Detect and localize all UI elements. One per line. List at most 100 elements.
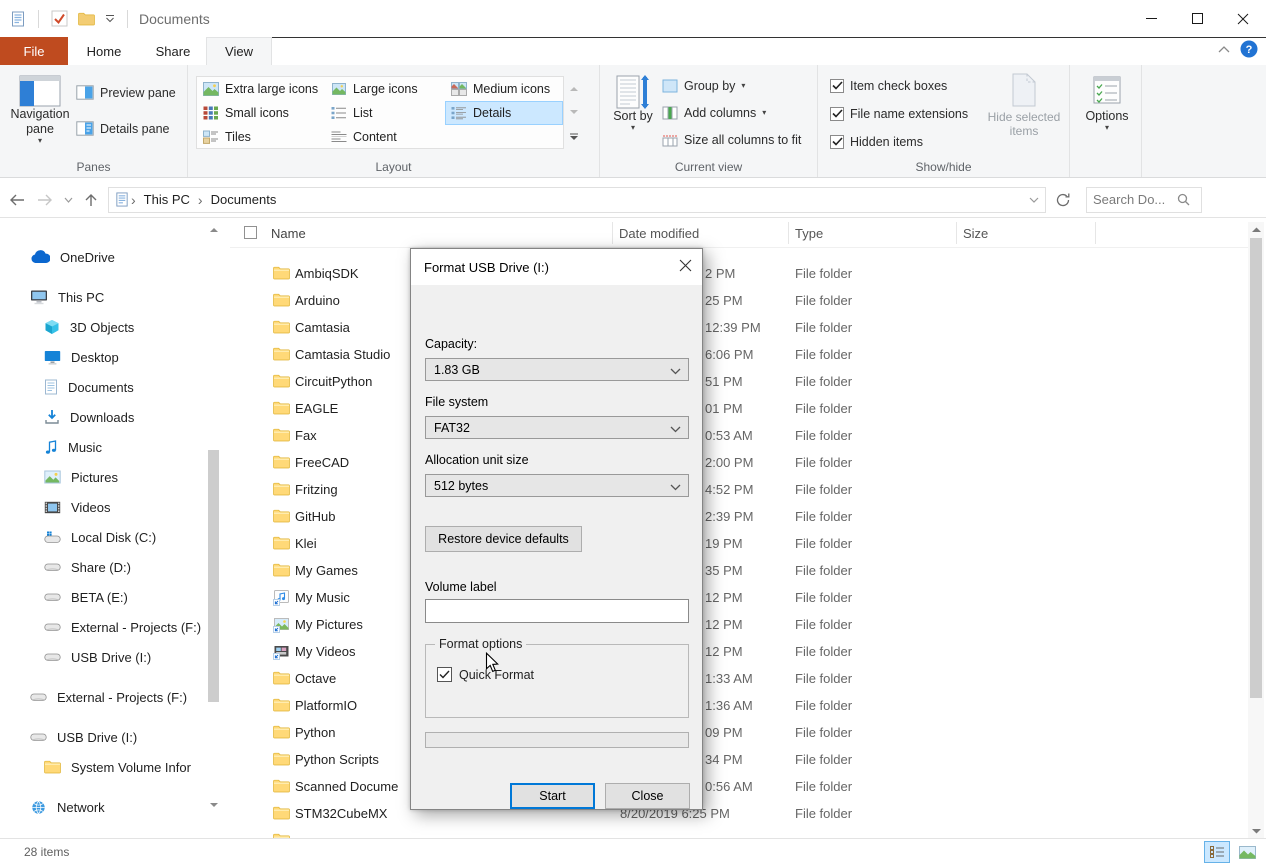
volume-label-input[interactable] — [425, 599, 689, 623]
column-header-size[interactable]: Size — [963, 218, 988, 248]
refresh-icon[interactable] — [1050, 187, 1076, 213]
table-row[interactable]: Scanned Docume0:56 AMFile folder — [230, 774, 1248, 801]
tab-share[interactable]: Share — [140, 37, 206, 65]
table-row-partial[interactable] — [230, 828, 1248, 838]
options-button[interactable]: Options ▾ — [1084, 75, 1130, 132]
tab-home[interactable]: Home — [68, 37, 140, 65]
tab-view[interactable]: View — [206, 37, 272, 65]
layout-option-list[interactable]: List — [325, 101, 445, 125]
size-all-columns-button[interactable]: Size all columns to fit — [662, 128, 801, 151]
sidebar-item-downloads[interactable]: Downloads — [0, 402, 207, 432]
table-row[interactable]: STM32CubeMX8/20/2019 6:25 PMFile folder — [230, 801, 1248, 828]
layout-option-tiles[interactable]: Tiles — [197, 125, 325, 149]
dialog-title-bar[interactable]: Format USB Drive (I:) — [411, 249, 702, 285]
navigation-pane-button[interactable]: Navigation pane ▾ — [8, 75, 72, 145]
help-icon[interactable]: ? — [1240, 40, 1258, 58]
sidebar-item-beta-e[interactable]: BETA (E:) — [0, 582, 207, 612]
table-row[interactable]: PlatformIO1:36 AMFile folder — [230, 693, 1248, 720]
forward-button[interactable] — [32, 187, 58, 213]
table-row[interactable]: Fritzing4:52 PMFile folder — [230, 477, 1248, 504]
sidebar-item-pictures[interactable]: Pictures — [0, 462, 207, 492]
checkbox-icon[interactable] — [830, 107, 844, 121]
close-dialog-button[interactable]: Close — [605, 783, 690, 809]
file-list-scrollbar[interactable] — [1248, 222, 1264, 838]
sidebar-item-onedrive[interactable]: OneDrive — [0, 242, 207, 272]
scroll-up-icon[interactable] — [207, 222, 220, 236]
sidebar-item-external-projects-f[interactable]: External - Projects (F:) — [0, 682, 207, 712]
column-header-name[interactable]: Name — [271, 218, 306, 248]
allocation-unit-select[interactable]: 512 bytes — [425, 474, 689, 497]
checkbox-file-name-extensions[interactable]: File name extensions — [830, 102, 968, 125]
sidebar-item-external-projects-f[interactable]: External - Projects (F:) — [0, 612, 207, 642]
gallery-more-icon[interactable] — [566, 125, 581, 149]
tab-file[interactable]: File — [0, 37, 68, 65]
scrollbar-thumb[interactable] — [1250, 238, 1262, 698]
add-columns-button[interactable]: Add columns ▾ — [662, 101, 801, 124]
sidebar-scrollbar[interactable] — [207, 222, 220, 834]
breadcrumb-documents[interactable]: Documents — [205, 192, 283, 207]
dialog-close-icon[interactable] — [668, 249, 702, 281]
table-row[interactable]: My Music12 PMFile folder — [230, 585, 1248, 612]
table-row[interactable]: CircuitPython51 PMFile folder — [230, 369, 1248, 396]
thumbnail-view-toggle[interactable] — [1234, 841, 1260, 863]
preview-pane-button[interactable]: Preview pane — [76, 81, 176, 104]
checkbox-item-check-boxes[interactable]: Item check boxes — [830, 74, 968, 97]
sidebar-item-system-volume-infor[interactable]: System Volume Infor — [0, 752, 207, 782]
table-row[interactable]: EAGLE01 PMFile folder — [230, 396, 1248, 423]
table-row[interactable]: AmbiqSDK2 PMFile folder — [230, 261, 1248, 288]
breadcrumb-this-pc[interactable]: This PC — [138, 192, 196, 207]
sidebar-item-usb-drive-i[interactable]: USB Drive (I:) — [0, 642, 207, 672]
table-row[interactable]: Camtasia12:39 PMFile folder — [230, 315, 1248, 342]
scrollbar-thumb[interactable] — [208, 450, 219, 702]
layout-option-extra-large-icons[interactable]: Extra large icons — [197, 77, 325, 101]
sidebar-item-documents[interactable]: Documents — [0, 372, 207, 402]
layout-option-content[interactable]: Content — [325, 125, 445, 149]
scroll-down-icon[interactable] — [1248, 824, 1264, 838]
qat-customize-chevron-icon[interactable] — [105, 14, 115, 23]
checkbox-hidden-items[interactable]: Hidden items — [830, 130, 968, 153]
layout-option-small-icons[interactable]: Small icons — [197, 101, 325, 125]
column-header-date-modified[interactable]: Date modified — [619, 218, 699, 248]
sidebar-item-music[interactable]: Music — [0, 432, 207, 462]
sidebar-item-videos[interactable]: Videos — [0, 492, 207, 522]
table-row[interactable]: Klei19 PMFile folder — [230, 531, 1248, 558]
scroll-up-icon[interactable] — [1248, 222, 1264, 236]
quick-format-checkbox[interactable] — [437, 667, 452, 682]
table-row[interactable]: Python Scripts34 PMFile folder — [230, 747, 1248, 774]
gallery-scroll-down-icon[interactable] — [566, 100, 581, 124]
checkbox-icon[interactable] — [830, 79, 844, 93]
capacity-select[interactable]: 1.83 GB — [425, 358, 689, 381]
table-row[interactable]: FreeCAD2:00 PMFile folder — [230, 450, 1248, 477]
hide-selected-items-button[interactable]: Hide selected items — [984, 73, 1064, 138]
table-row[interactable]: GitHub2:39 PMFile folder — [230, 504, 1248, 531]
table-row[interactable]: My Pictures12 PMFile folder — [230, 612, 1248, 639]
sidebar-item-usb-drive-i[interactable]: USB Drive (I:) — [0, 722, 207, 752]
qat-new-folder-icon[interactable] — [78, 12, 95, 26]
gallery-scroll-up-icon[interactable] — [566, 76, 581, 100]
table-row[interactable]: Fax0:53 AMFile folder — [230, 423, 1248, 450]
search-box[interactable] — [1086, 187, 1202, 213]
layout-option-medium-icons[interactable]: Medium icons — [445, 77, 563, 101]
sidebar-item-network[interactable]: Network — [0, 792, 207, 822]
search-input[interactable] — [1093, 192, 1177, 207]
recent-locations-chevron-icon[interactable] — [60, 187, 76, 213]
close-button[interactable] — [1220, 0, 1266, 37]
column-header-type[interactable]: Type — [795, 218, 823, 248]
qat-properties-icon[interactable] — [51, 10, 68, 27]
address-dropdown-chevron-icon[interactable] — [1029, 197, 1039, 203]
sidebar-item-desktop[interactable]: Desktop — [0, 342, 207, 372]
sidebar-item-this-pc[interactable]: This PC — [0, 282, 207, 312]
table-row[interactable]: Camtasia Studio6:06 PMFile folder — [230, 342, 1248, 369]
group-by-button[interactable]: Group by ▾ — [662, 74, 801, 97]
select-all-checkbox[interactable] — [244, 226, 257, 239]
minimize-button[interactable] — [1128, 0, 1174, 37]
restore-defaults-button[interactable]: Restore device defaults — [425, 526, 582, 552]
layout-option-large-icons[interactable]: Large icons — [325, 77, 445, 101]
details-view-toggle[interactable] — [1204, 841, 1230, 863]
table-row[interactable]: Python09 PMFile folder — [230, 720, 1248, 747]
start-button[interactable]: Start — [510, 783, 595, 809]
scroll-down-icon[interactable] — [207, 798, 220, 812]
checkbox-icon[interactable] — [830, 135, 844, 149]
table-row[interactable]: Octave1:33 AMFile folder — [230, 666, 1248, 693]
sidebar-item-3d-objects[interactable]: 3D Objects — [0, 312, 207, 342]
